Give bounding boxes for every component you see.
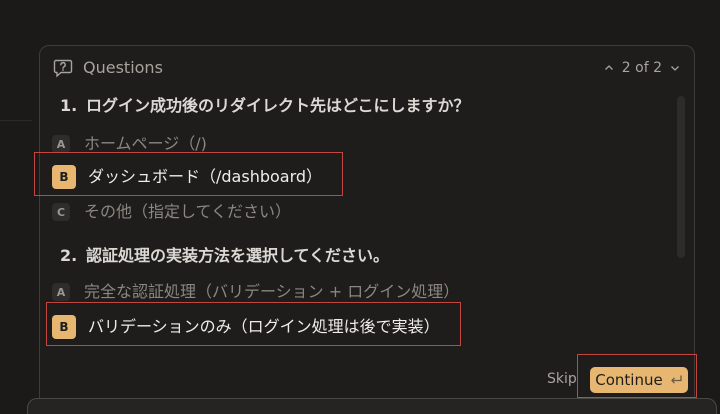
option-key-badge: A bbox=[52, 283, 70, 301]
option-2a[interactable]: A 完全な認証処理（バリデーション + ログイン処理） bbox=[52, 280, 459, 304]
chevron-up-icon[interactable] bbox=[604, 63, 614, 73]
option-key-badge: C bbox=[52, 203, 70, 221]
questions-panel: Questions 2 of 2 1. ログイン成功後のリダイレクト先はどこにしま… bbox=[34, 45, 697, 414]
skip-button[interactable]: Skip bbox=[547, 371, 577, 387]
question-number: 1. bbox=[60, 96, 78, 115]
selection-highlight bbox=[46, 302, 461, 346]
question-text: ログイン成功後のリダイレクト先はどこにしますか？ bbox=[86, 96, 470, 115]
divider bbox=[0, 120, 32, 121]
option-label: 完全な認証処理（バリデーション + ログイン処理） bbox=[84, 282, 460, 301]
option-1c[interactable]: C その他（指定してください） bbox=[52, 200, 291, 224]
option-label: その他（指定してください） bbox=[84, 202, 292, 221]
continue-highlight bbox=[577, 354, 697, 398]
pager: 2 of 2 bbox=[604, 58, 680, 78]
panel-header: Questions 2 of 2 bbox=[52, 56, 682, 82]
scrollbar[interactable] bbox=[677, 96, 685, 258]
selection-highlight bbox=[34, 152, 343, 196]
page-indicator: 2 of 2 bbox=[621, 60, 662, 76]
panel-title: Questions bbox=[83, 58, 163, 77]
question-bubble-icon bbox=[53, 59, 73, 78]
question-title: 1. ログイン成功後のリダイレクト先はどこにしますか？ bbox=[60, 96, 470, 116]
option-label: ホームページ（/) bbox=[84, 134, 207, 153]
question-number: 2. bbox=[60, 246, 78, 265]
screen: Questions 2 of 2 1. ログイン成功後のリダイレクト先はどこにしま… bbox=[0, 0, 720, 414]
question-title: 2. 認証処理の実装方法を選択してください。 bbox=[60, 246, 389, 266]
chevron-down-icon[interactable] bbox=[670, 63, 680, 73]
message-input-bar[interactable] bbox=[27, 398, 717, 414]
option-key-badge: A bbox=[52, 135, 70, 153]
question-text: 認証処理の実装方法を選択してください。 bbox=[86, 246, 390, 265]
